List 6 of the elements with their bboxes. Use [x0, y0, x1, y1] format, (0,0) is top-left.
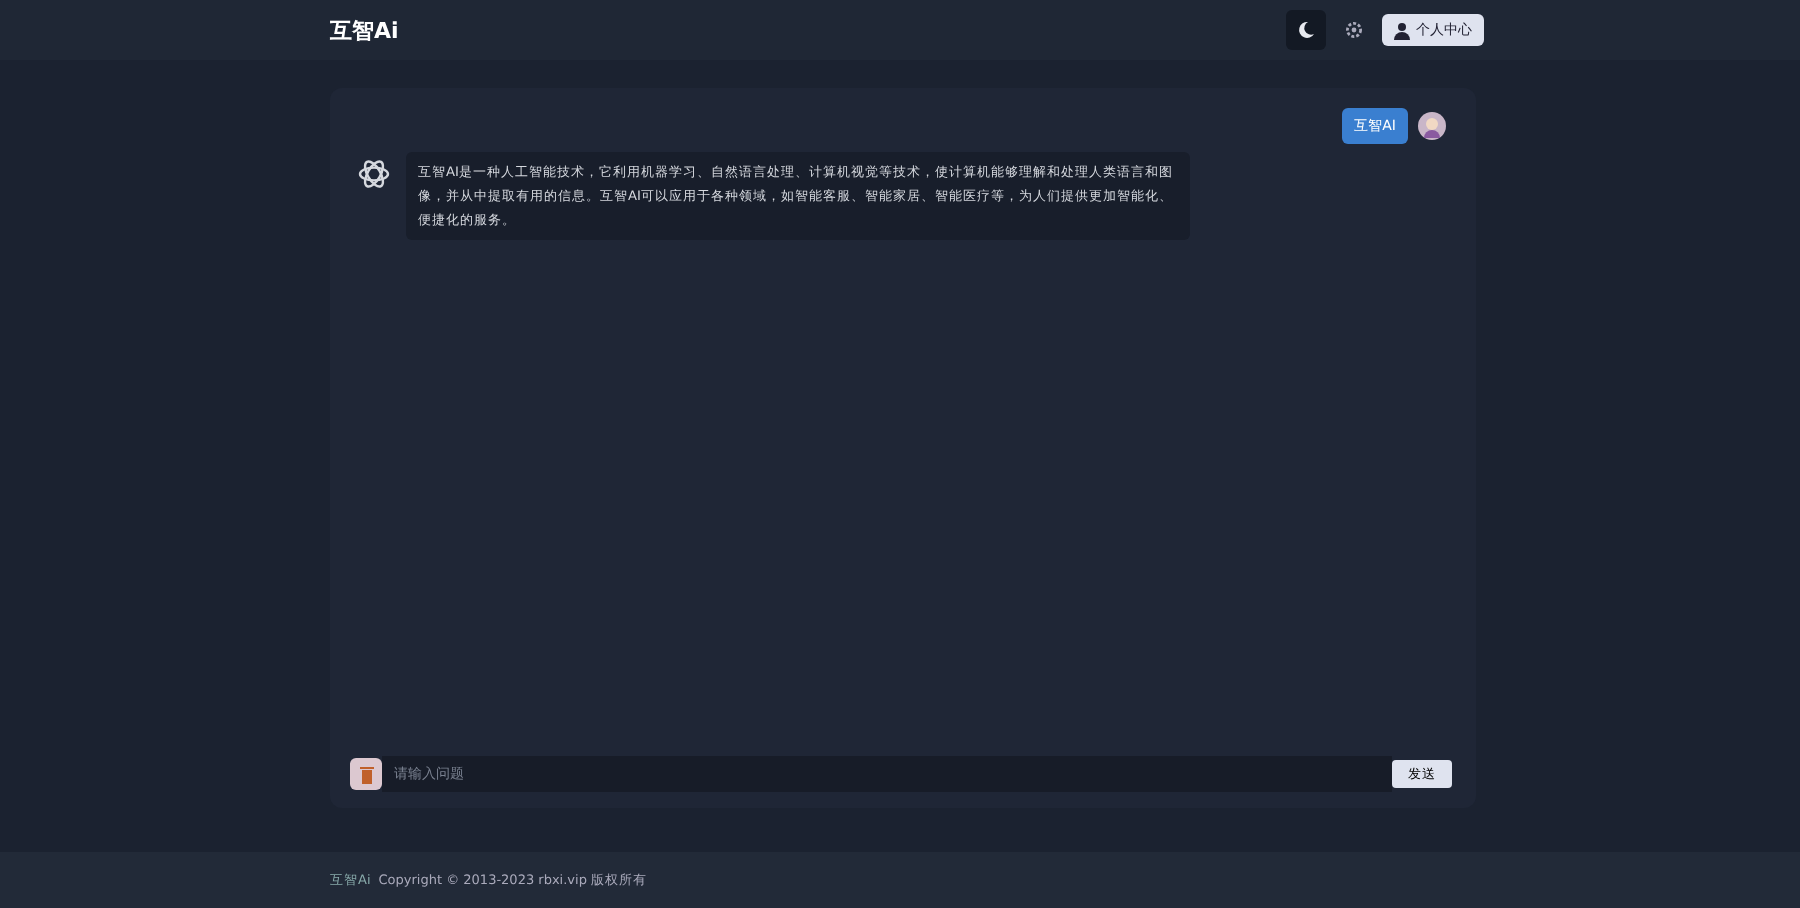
moon-icon[interactable] — [1286, 10, 1326, 50]
knot-logo-icon — [358, 158, 390, 190]
brand-title: 互智Ai — [330, 15, 399, 45]
avatar-icon — [1418, 112, 1446, 140]
person-icon — [1394, 21, 1410, 39]
trash-icon[interactable] — [350, 758, 382, 790]
